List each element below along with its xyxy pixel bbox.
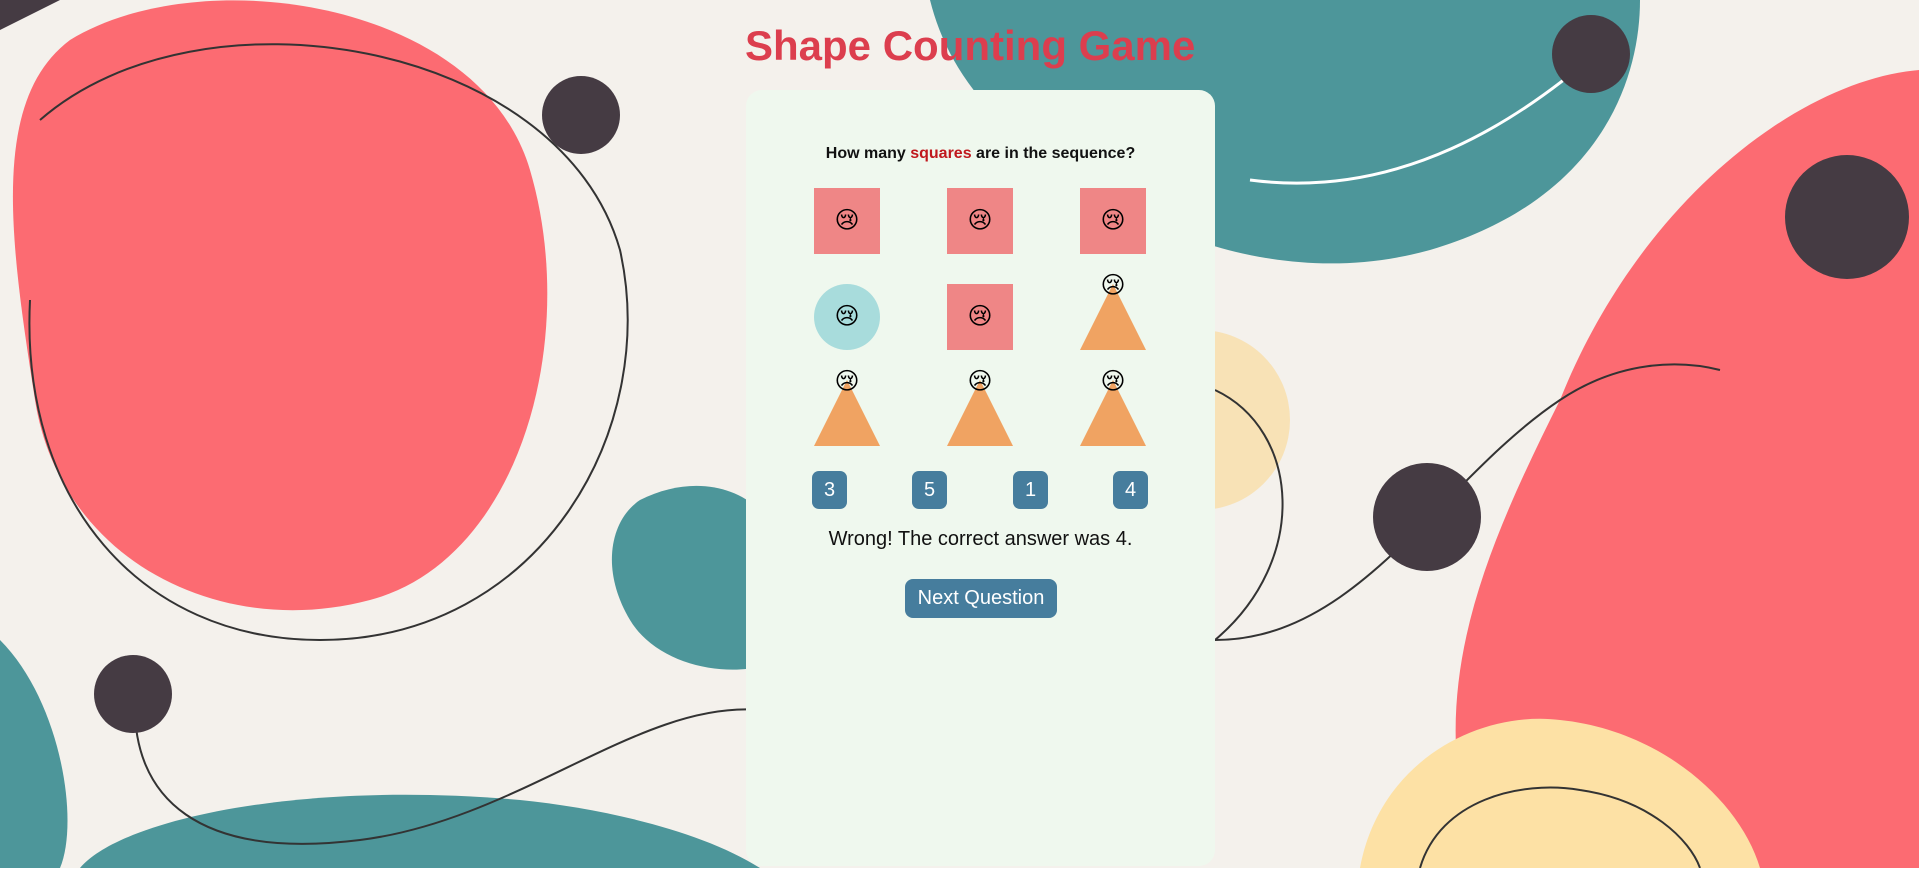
shape-cell: 😢	[947, 368, 1013, 446]
crying-face-icon: 😢	[834, 303, 860, 330]
feedback-message: Wrong! The correct answer was 4.	[828, 528, 1133, 550]
bottom-strip	[0, 868, 1919, 881]
crying-face-icon: 😢	[1100, 272, 1126, 299]
answer-button-3[interactable]: 1	[1013, 471, 1048, 509]
shape-cell: 😢	[947, 284, 1013, 350]
crying-face-icon: 😢	[834, 368, 860, 395]
shape-cell: 😢	[1080, 188, 1146, 254]
answer-button-2[interactable]: 5	[912, 471, 947, 509]
crying-face-icon: 😢	[834, 207, 860, 234]
crying-face-icon: 😢	[1100, 368, 1126, 395]
question-prefix: How many	[825, 145, 911, 162]
game-title: Shape Counting Game	[745, 22, 1196, 69]
game-panel: How many squares are in the sequence? 😢 😢…	[746, 90, 1215, 866]
answer-button-1[interactable]: 3	[812, 471, 847, 509]
question-suffix: are in the sequence?	[971, 145, 1136, 162]
crying-face-icon: 😢	[967, 207, 993, 234]
shape-cell: 😢	[814, 284, 880, 350]
shape-cell: 😢	[1080, 368, 1146, 446]
question-target-shape: squares	[910, 145, 972, 162]
crying-face-icon: 😢	[967, 368, 993, 395]
shape-cell: 😢	[814, 368, 880, 446]
crying-face-icon: 😢	[1100, 207, 1126, 234]
shape-cell: 😢	[947, 188, 1013, 254]
shape-cell: 😢	[1080, 272, 1146, 350]
shape-cell: 😢	[814, 188, 880, 254]
crying-face-icon: 😢	[967, 303, 993, 330]
next-question-button[interactable]: Next Question	[905, 579, 1057, 618]
answer-button-4[interactable]: 4	[1113, 471, 1148, 509]
question-text: How many squares are in the sequence?	[746, 145, 1215, 163]
